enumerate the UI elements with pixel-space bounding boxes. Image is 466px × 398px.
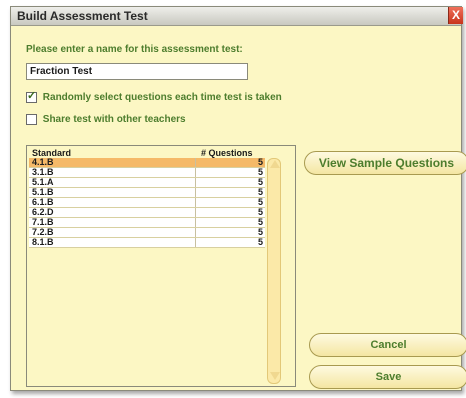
random-select-checkbox[interactable]: ✓	[26, 90, 37, 103]
table-row[interactable]: 6.1.B 5	[29, 197, 265, 208]
test-name-prompt: Please enter a name for this assessment …	[26, 44, 243, 55]
standard-cell: 3.1.B	[32, 167, 54, 177]
cancel-button[interactable]: Cancel	[309, 333, 466, 357]
view-sample-questions-button[interactable]: View Sample Questions	[304, 151, 466, 175]
vertical-scrollbar[interactable]	[267, 158, 281, 384]
standard-cell: 7.1.B	[32, 217, 54, 227]
standard-cell: 7.2.B	[32, 227, 54, 237]
save-button[interactable]: Save	[309, 365, 466, 389]
random-select-label: Randomly select questions each time test…	[42, 92, 282, 103]
table-row[interactable]: 3.1.B 5	[29, 167, 265, 178]
table-row[interactable]: 5.1.B 5	[29, 187, 265, 198]
questions-cell[interactable]: 5	[258, 167, 263, 177]
random-select-option[interactable]: ✓ Randomly select questions each time te…	[26, 90, 282, 103]
close-button[interactable]: X	[448, 7, 463, 24]
questions-cell[interactable]: 5	[258, 237, 263, 247]
column-divider	[195, 218, 196, 227]
questions-cell[interactable]: 5	[258, 197, 263, 207]
checkmark-icon: ✓	[27, 90, 37, 102]
dialog-title: Build Assessment Test	[17, 9, 148, 23]
column-divider	[195, 158, 196, 167]
column-divider	[195, 188, 196, 197]
questions-cell[interactable]: 5	[258, 187, 263, 197]
column-divider	[195, 198, 196, 207]
share-test-checkbox[interactable]	[26, 114, 37, 125]
standards-table: Standard # Questions 4.1.B 5 3.1.B 5 5.1…	[26, 145, 296, 387]
table-row[interactable]: 5.1.A 5	[29, 177, 265, 188]
column-divider	[195, 228, 196, 237]
table-row[interactable]: 4.1.B 5	[29, 157, 265, 168]
share-test-option[interactable]: Share test with other teachers	[26, 114, 186, 125]
questions-cell[interactable]: 5	[258, 177, 263, 187]
table-row[interactable]: 6.2.D 5	[29, 207, 265, 218]
questions-cell[interactable]: 5	[258, 227, 263, 237]
questions-cell[interactable]: 5	[258, 207, 263, 217]
standard-cell: 8.1.B	[32, 237, 54, 247]
standard-cell: 5.1.A	[32, 177, 54, 187]
standard-cell: 4.1.B	[32, 157, 54, 167]
column-divider	[195, 178, 196, 187]
scroll-down-arrow-icon[interactable]	[270, 372, 280, 380]
column-divider	[195, 168, 196, 177]
table-row[interactable]: 8.1.B 5	[29, 237, 265, 248]
test-name-input[interactable]: Fraction Test	[26, 63, 248, 80]
standard-cell: 5.1.B	[32, 187, 54, 197]
standard-cell: 6.2.D	[32, 207, 54, 217]
table-row[interactable]: 7.2.B 5	[29, 227, 265, 238]
close-icon: X	[451, 8, 460, 22]
scroll-up-arrow-icon[interactable]	[270, 160, 280, 168]
title-bar[interactable]: Build Assessment Test X	[11, 7, 463, 26]
column-divider	[195, 208, 196, 217]
build-assessment-dialog: Build Assessment Test X Please enter a n…	[10, 6, 466, 391]
column-divider	[195, 238, 196, 247]
standard-cell: 6.1.B	[32, 197, 54, 207]
column-header-questions[interactable]: # Questions	[201, 148, 253, 158]
questions-cell[interactable]: 5	[258, 157, 263, 167]
share-test-label: Share test with other teachers	[42, 114, 186, 125]
table-body: 4.1.B 5 3.1.B 5 5.1.A 5 5.1.B 5 6.1.B 5 …	[29, 157, 265, 248]
table-row[interactable]: 7.1.B 5	[29, 217, 265, 228]
questions-cell[interactable]: 5	[258, 217, 263, 227]
table-header: Standard # Questions	[29, 148, 265, 158]
